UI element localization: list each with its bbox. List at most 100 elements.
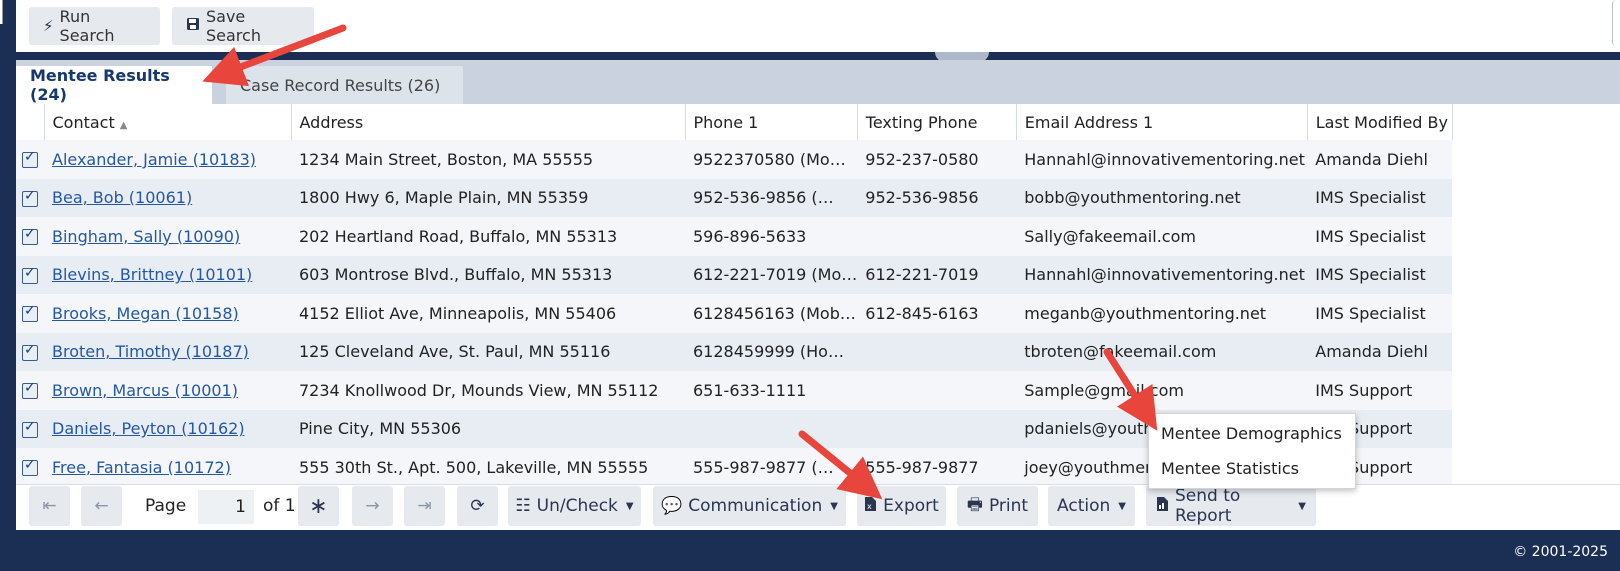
table-row[interactable]: Bingham, Sally (10090) 202 Heartland Road… bbox=[16, 217, 1453, 256]
send-to-report-label: Send to Report bbox=[1175, 486, 1241, 526]
refresh-icon: ⟳ bbox=[470, 496, 485, 516]
row-checkbox[interactable] bbox=[22, 342, 38, 361]
cell-contact: Broten, Timothy (10187) bbox=[44, 332, 291, 371]
cell-contact: Blevins, Brittney (10101) bbox=[44, 255, 291, 294]
first-page-button[interactable]: ⇤ bbox=[29, 486, 70, 526]
all-pages-button[interactable]: ∗ bbox=[298, 486, 339, 526]
row-checkbox[interactable] bbox=[22, 380, 38, 400]
cell-last-modified-by: Amanda Diehl bbox=[1307, 332, 1453, 371]
svg-text:x: x bbox=[867, 502, 872, 511]
next-page-button[interactable]: → bbox=[352, 486, 393, 526]
cell-contact: Alexander, Jamie (10183) bbox=[44, 140, 291, 179]
table-row[interactable]: Brown, Marcus (10001) 7234 Knollwood Dr, … bbox=[16, 371, 1453, 410]
chevron-down-icon: ▼ bbox=[1298, 500, 1306, 512]
lightning-icon: ⚡ bbox=[43, 17, 54, 35]
cell-email: Hannahl@innovativementoring.net bbox=[1016, 140, 1308, 179]
column-header-email[interactable]: Email Address 1 bbox=[1016, 104, 1308, 140]
cell-last-modified-by: Amanda Diehl bbox=[1307, 140, 1453, 179]
table-row[interactable]: Blevins, Brittney (10101) 603 Montrose Bl… bbox=[16, 255, 1453, 294]
list-icon: ☷ bbox=[515, 496, 531, 516]
cell-contact: Free, Fantasia (10172) bbox=[44, 448, 291, 487]
section-divider bbox=[16, 52, 1620, 60]
cell-phone1: 6128456163 (Mob… bbox=[685, 294, 858, 333]
export-label: Export bbox=[883, 496, 939, 516]
row-select-cell bbox=[16, 140, 44, 179]
tab-case-record-results[interactable]: Case Record Results (26) bbox=[226, 66, 463, 104]
row-checkbox[interactable] bbox=[22, 457, 38, 477]
table-row[interactable]: Brooks, Megan (10158) 4152 Elliot Ave, Mi… bbox=[16, 294, 1453, 333]
chevron-down-icon: ▼ bbox=[830, 500, 838, 512]
last-page-icon: ⇥ bbox=[417, 496, 432, 516]
contact-link[interactable]: Brown, Marcus (10001) bbox=[52, 381, 238, 400]
menu-item-mentee-statistics[interactable]: Mentee Statistics bbox=[1161, 459, 1299, 478]
cell-contact: Brown, Marcus (10001) bbox=[44, 371, 291, 410]
copyright-text: © 2001-2025 bbox=[1513, 544, 1608, 560]
cell-last-modified-by: IMS Specialist bbox=[1307, 255, 1453, 294]
floppy-disk-icon bbox=[186, 17, 200, 35]
cell-email: Sally@fakeemail.com bbox=[1016, 217, 1308, 256]
table-row[interactable]: Alexander, Jamie (10183) 1234 Main Street… bbox=[16, 140, 1453, 179]
row-select-cell bbox=[16, 255, 44, 294]
page-number-input[interactable] bbox=[198, 490, 254, 524]
column-header-contact[interactable]: Contact ▲ bbox=[44, 104, 292, 140]
run-search-button[interactable]: ⚡ Run Search bbox=[29, 7, 160, 45]
row-checkbox[interactable] bbox=[22, 303, 38, 323]
column-header-last-modified-by[interactable]: Last Modified By bbox=[1307, 104, 1453, 140]
contact-link[interactable]: Free, Fantasia (10172) bbox=[52, 458, 231, 477]
contact-link[interactable]: Brooks, Megan (10158) bbox=[52, 304, 239, 323]
cell-texting-phone: 952-237-0580 bbox=[857, 140, 1017, 179]
contact-link[interactable]: Bingham, Sally (10090) bbox=[52, 227, 240, 246]
communication-label: Communication bbox=[688, 496, 823, 516]
contact-link[interactable]: Bea, Bob (10061) bbox=[52, 188, 192, 207]
contact-link[interactable]: Broten, Timothy (10187) bbox=[52, 342, 249, 361]
row-select-cell bbox=[16, 178, 44, 217]
row-select-cell bbox=[16, 294, 44, 333]
tab-mentee-results[interactable]: Mentee Results (24) bbox=[16, 66, 212, 104]
cell-address: 125 Cleveland Ave, St. Paul, MN 55116 bbox=[291, 332, 685, 371]
communication-dropdown-button[interactable]: 💬 Communication ▼ bbox=[653, 486, 846, 526]
save-search-button[interactable]: Save Search bbox=[172, 7, 314, 45]
cell-texting-phone: 952-536-9856 bbox=[857, 178, 1017, 217]
cell-phone1: 651-633-1111 bbox=[685, 371, 858, 410]
cell-email: meganb@youthmentoring.net bbox=[1016, 294, 1308, 333]
left-edge-panel bbox=[0, 0, 16, 571]
previous-page-button[interactable]: ← bbox=[81, 486, 122, 526]
refresh-button[interactable]: ⟳ bbox=[457, 486, 498, 526]
contact-link[interactable]: Alexander, Jamie (10183) bbox=[52, 150, 256, 169]
printer-icon: 🖶 bbox=[966, 494, 983, 515]
cell-email: Hannahl@innovativementoring.net bbox=[1016, 255, 1308, 294]
row-checkbox[interactable] bbox=[22, 188, 38, 207]
row-checkbox[interactable] bbox=[22, 265, 38, 284]
column-header-phone1[interactable]: Phone 1 bbox=[685, 104, 858, 140]
row-select-cell bbox=[16, 217, 44, 256]
uncheck-dropdown-button[interactable]: ☷ Un/Check ▼ bbox=[508, 486, 641, 526]
cell-last-modified-by: IMS Specialist bbox=[1307, 294, 1453, 333]
cell-phone1 bbox=[685, 409, 858, 448]
action-label: Action bbox=[1057, 496, 1111, 516]
print-button[interactable]: 🖶 Print bbox=[957, 486, 1038, 526]
row-checkbox[interactable] bbox=[22, 149, 38, 169]
cell-address: 202 Heartland Road, Buffalo, MN 55313 bbox=[291, 217, 685, 256]
export-button[interactable]: x Export bbox=[857, 486, 946, 526]
row-checkbox[interactable] bbox=[22, 226, 38, 246]
cell-texting-phone bbox=[857, 217, 1017, 256]
column-header-texting-phone[interactable]: Texting Phone bbox=[857, 104, 1017, 140]
column-header-address[interactable]: Address bbox=[291, 104, 686, 140]
send-to-report-dropdown-button[interactable]: Send to Report ▼ bbox=[1146, 486, 1316, 526]
column-header-label: Contact bbox=[52, 112, 115, 132]
table-row[interactable]: Bea, Bob (10061) 1800 Hwy 6, Maple Plain,… bbox=[16, 178, 1453, 217]
contact-link[interactable]: Daniels, Peyton (10162) bbox=[52, 419, 245, 438]
row-checkbox[interactable] bbox=[22, 419, 38, 438]
sort-ascending-icon: ▲ bbox=[119, 119, 128, 131]
menu-item-mentee-demographics[interactable]: Mentee Demographics bbox=[1161, 424, 1342, 443]
cell-phone1: 952-536-9856 (… bbox=[685, 178, 858, 217]
row-select-cell bbox=[16, 448, 44, 487]
cell-contact: Daniels, Peyton (10162) bbox=[44, 409, 291, 448]
right-edge-handle[interactable] bbox=[1612, 0, 1620, 46]
chevron-down-icon: ▼ bbox=[625, 500, 634, 512]
cell-texting-phone bbox=[857, 332, 1017, 371]
last-page-button[interactable]: ⇥ bbox=[404, 486, 445, 526]
contact-link[interactable]: Blevins, Brittney (10101) bbox=[52, 265, 252, 284]
action-dropdown-button[interactable]: Action ▼ bbox=[1048, 486, 1135, 526]
table-row[interactable]: Broten, Timothy (10187) 125 Cleveland Ave… bbox=[16, 332, 1453, 371]
